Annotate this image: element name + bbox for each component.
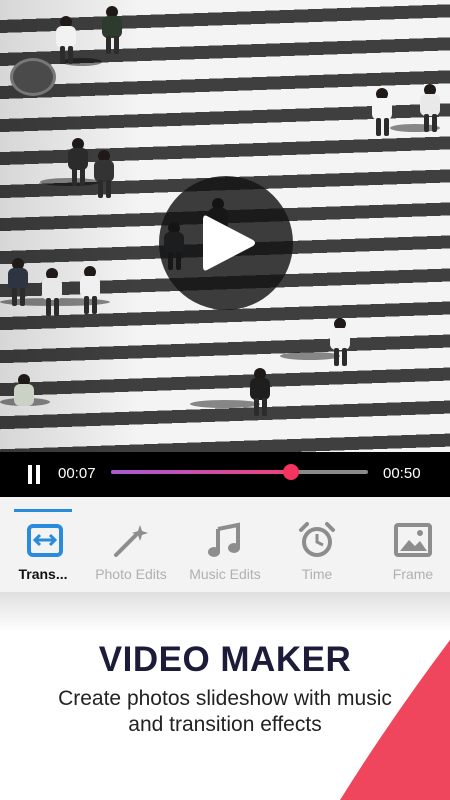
tab-label: Time [301, 566, 333, 582]
promo-headline: VIDEO MAKER [98, 640, 352, 679]
promo-subline-2: and transition effects [128, 713, 322, 736]
pedestrian [94, 150, 116, 200]
tab-frame[interactable]: Frame [368, 497, 450, 592]
play-icon [203, 215, 255, 271]
transition-icon [27, 524, 63, 557]
tab-label: Music Edits [189, 566, 261, 582]
pedestrian [56, 16, 78, 66]
tab-label: Frame [392, 566, 434, 582]
music-note-icon [208, 522, 240, 557]
tab-time[interactable]: Time [272, 497, 362, 592]
pedestrian [330, 318, 352, 368]
active-tab-indicator [14, 509, 72, 512]
pedestrian [42, 268, 64, 318]
edit-toolbar: Trans... Photo Edits Music Edits Time Fr… [0, 497, 450, 592]
toolbar-shadow [0, 592, 450, 632]
play-button[interactable] [159, 176, 293, 310]
pedestrian [68, 138, 90, 188]
seek-bar-thumb[interactable] [282, 464, 299, 480]
seek-bar-progress [111, 470, 291, 474]
tab-photo-edits[interactable]: Photo Edits [86, 497, 176, 592]
seek-bar[interactable] [111, 464, 368, 480]
tab-transitions[interactable]: Trans... [0, 497, 90, 592]
pedestrian [420, 84, 442, 134]
pedestrian [8, 258, 30, 308]
tab-music-edits[interactable]: Music Edits [180, 497, 270, 592]
pause-icon[interactable] [26, 465, 42, 484]
pedestrian [102, 6, 124, 56]
pedestrian [372, 88, 394, 138]
total-duration: 00:50 [383, 465, 421, 482]
manhole-cover [10, 58, 56, 96]
video-preview[interactable] [0, 0, 450, 452]
player-controls: 00:07 00:50 [0, 452, 450, 497]
pedestrian [250, 368, 272, 418]
tab-label: Trans... [18, 566, 68, 582]
promo-subline-1: Create photos slideshow with music [58, 687, 392, 710]
app-screen: 00:07 00:50 Trans... Photo Edits Music E… [0, 0, 450, 800]
image-frame-icon [394, 523, 432, 557]
current-time: 00:07 [58, 465, 96, 482]
tab-label: Photo Edits [95, 566, 167, 582]
pedestrian [80, 266, 102, 316]
magic-wand-icon [114, 525, 148, 557]
pedestrian [14, 374, 36, 414]
alarm-clock-icon [299, 522, 335, 557]
